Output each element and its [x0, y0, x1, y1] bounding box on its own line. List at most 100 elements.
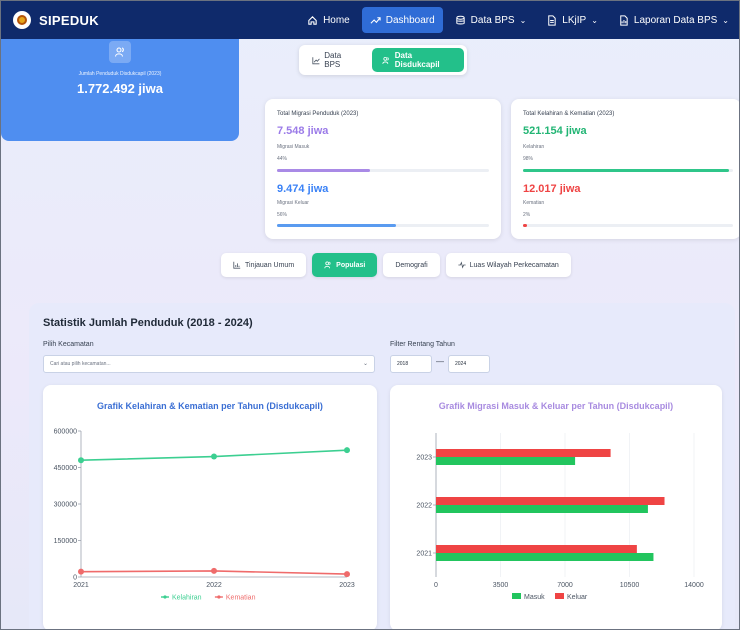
tab-demografi-label: Demografi — [395, 261, 428, 269]
y-tick-label: 150000 — [54, 538, 77, 545]
legend-swatch — [512, 593, 521, 599]
chart-icon — [233, 261, 241, 269]
database-icon — [456, 15, 465, 24]
y-tick-label: 2023 — [416, 455, 432, 462]
kecamatan-select[interactable]: Cari atau pilih kecamatan... ⌄ — [43, 355, 375, 373]
x-tick-label: 2022 — [206, 582, 222, 589]
nav-laporan-bps-label: Laporan Data BPS — [633, 14, 718, 26]
bar-keluar — [436, 545, 637, 553]
year-to-input[interactable]: 2024 — [448, 355, 490, 373]
x-tick-label: 14000 — [684, 582, 704, 589]
bar-masuk — [436, 457, 576, 465]
nav-menu: Home Dashboard Data BPS ⌄ LKjIP ⌄ Lapora… — [299, 1, 739, 39]
birth-death-chart-card: Grafik Kelahiran & Kematian per Tahun (D… — [43, 385, 377, 629]
data-point-kelahiran — [344, 447, 350, 454]
death-label: Kematian — [523, 200, 545, 206]
chevron-down-icon: ⌄ — [722, 15, 729, 25]
total-population-label: Jumlah Penduduk Disdukcapil (2023) — [78, 71, 162, 77]
year-from-input[interactable]: 2018 — [390, 355, 432, 373]
section-tabs: Tinjauan Umum Populasi Demografi Luas Wi… — [221, 253, 571, 279]
users-icon — [382, 56, 390, 64]
migration-in-bar — [277, 169, 489, 172]
home-icon — [308, 15, 317, 25]
toggle-data-bps[interactable]: Data BPS — [302, 48, 366, 72]
x-tick-label: 3500 — [493, 582, 509, 589]
birth-percent: 98% — [523, 156, 534, 162]
x-tick-label: 0 — [434, 582, 438, 589]
migration-out-percent: 56% — [277, 212, 288, 218]
nav-laporan-bps[interactable]: Laporan Data BPS ⌄ — [610, 7, 737, 33]
tab-luas-wilayah[interactable]: Luas Wilayah Perkecamatan — [445, 253, 571, 277]
y-tick-label: 2021 — [416, 551, 432, 558]
navbar: SIPEDUK Home Dashboard Data BPS ⌄ LKjIP … — [1, 1, 739, 39]
death-value: 12.017 jiwa — [523, 183, 581, 195]
birth-bar-fill — [523, 169, 729, 172]
bar-keluar — [436, 449, 611, 457]
year-to-value: 2024 — [455, 361, 467, 367]
data-point-kematian — [78, 568, 84, 575]
nav-home[interactable]: Home — [299, 7, 358, 33]
bar-keluar — [436, 497, 665, 505]
migration-chart-card: Grafik Migrasi Masuk & Keluar per Tahun … — [390, 385, 722, 629]
logo-icon — [13, 11, 31, 29]
kecamatan-label: Pilih Kecamatan — [43, 341, 94, 348]
data-point-kematian — [344, 571, 350, 578]
year-filter-label: Filter Rentang Tahun — [390, 341, 455, 348]
legend-label: Masuk — [524, 594, 545, 601]
migration-out-bar-fill — [277, 224, 396, 227]
tab-demografi[interactable]: Demografi — [383, 253, 440, 277]
y-tick-label: 300000 — [54, 502, 77, 509]
birth-label: Kelahiran — [523, 144, 545, 150]
users-icon — [324, 261, 331, 269]
source-toggle: Data BPS Data Disdukcapil — [299, 45, 467, 75]
death-bar — [523, 224, 733, 227]
nav-dashboard-label: Dashboard — [385, 14, 435, 26]
migration-out-label: Migrasi Keluar — [277, 200, 309, 206]
line-chart-icon — [312, 56, 320, 64]
kecamatan-placeholder: Cari atau pilih kecamatan... — [50, 361, 111, 367]
year-range-separator: — — [436, 357, 444, 366]
chevron-down-icon: ⌄ — [591, 15, 598, 25]
statistics-panel: Statistik Jumlah Penduduk (2018 - 2024) … — [29, 303, 735, 629]
trend-icon — [370, 16, 381, 24]
toggle-data-bps-label: Data BPS — [324, 51, 342, 69]
data-point-kelahiran — [211, 453, 217, 460]
birth-death-line-chart: 0 150000 300000 450000 600000 2021 2022 2023 Kel… — [54, 429, 355, 602]
birth-value: 521.154 jiwa — [523, 125, 587, 137]
migration-in-label: Migrasi Masuk — [277, 144, 310, 150]
x-tick-label: 7000 — [557, 582, 573, 589]
chevron-down-icon: ⌄ — [362, 361, 368, 367]
x-tick-label: 2023 — [339, 582, 355, 589]
nav-lkjip-label: LKjIP — [562, 14, 587, 26]
tab-populasi[interactable]: Populasi — [312, 253, 378, 277]
birth-death-card: Total Kelahiran & Kematian (2023) 521.15… — [511, 99, 739, 239]
death-percent: 2% — [523, 212, 531, 218]
migration-in-bar-fill — [277, 169, 371, 172]
app-frame: SIPEDUK Home Dashboard Data BPS ⌄ LKjIP … — [0, 0, 740, 630]
data-point-kematian — [211, 567, 217, 574]
y-tick-label: 2022 — [416, 503, 432, 510]
nav-home-label: Home — [323, 14, 350, 26]
report-icon — [620, 14, 628, 26]
toggle-data-dukcapil[interactable]: Data Disdukcapil — [372, 48, 464, 72]
migration-card: Total Migrasi Penduduk (2023) 7.548 jiwa… — [265, 99, 501, 239]
nav-data-bps[interactable]: Data BPS ⌄ — [447, 7, 535, 33]
legend-label: Kelahiran — [172, 595, 202, 602]
y-tick-label: 600000 — [54, 429, 77, 436]
tab-tinjauan-umum[interactable]: Tinjauan Umum — [221, 253, 307, 277]
app-name: SIPEDUK — [39, 12, 99, 28]
tab-tinjauan-umum-label: Tinjauan Umum — [245, 261, 295, 269]
nav-lkjip[interactable]: LKjIP ⌄ — [538, 7, 606, 33]
bar-masuk — [436, 553, 654, 561]
x-tick-label: 10500 — [620, 582, 640, 589]
users-icon — [109, 41, 131, 63]
brand[interactable]: SIPEDUK — [13, 11, 99, 29]
death-bar-fill — [523, 224, 528, 227]
data-point-kelahiran — [78, 457, 84, 464]
migration-bar-chart: 0 3500 7000 10500 14000 2023 2022 2021 Masuk Kelu… — [416, 433, 704, 601]
legend-marker — [217, 595, 221, 599]
nav-dashboard[interactable]: Dashboard — [361, 7, 443, 33]
tab-populasi-label: Populasi — [336, 261, 366, 269]
total-population-value: 1.772.492 jiwa — [76, 81, 163, 96]
y-tick-label: 0 — [73, 575, 77, 582]
